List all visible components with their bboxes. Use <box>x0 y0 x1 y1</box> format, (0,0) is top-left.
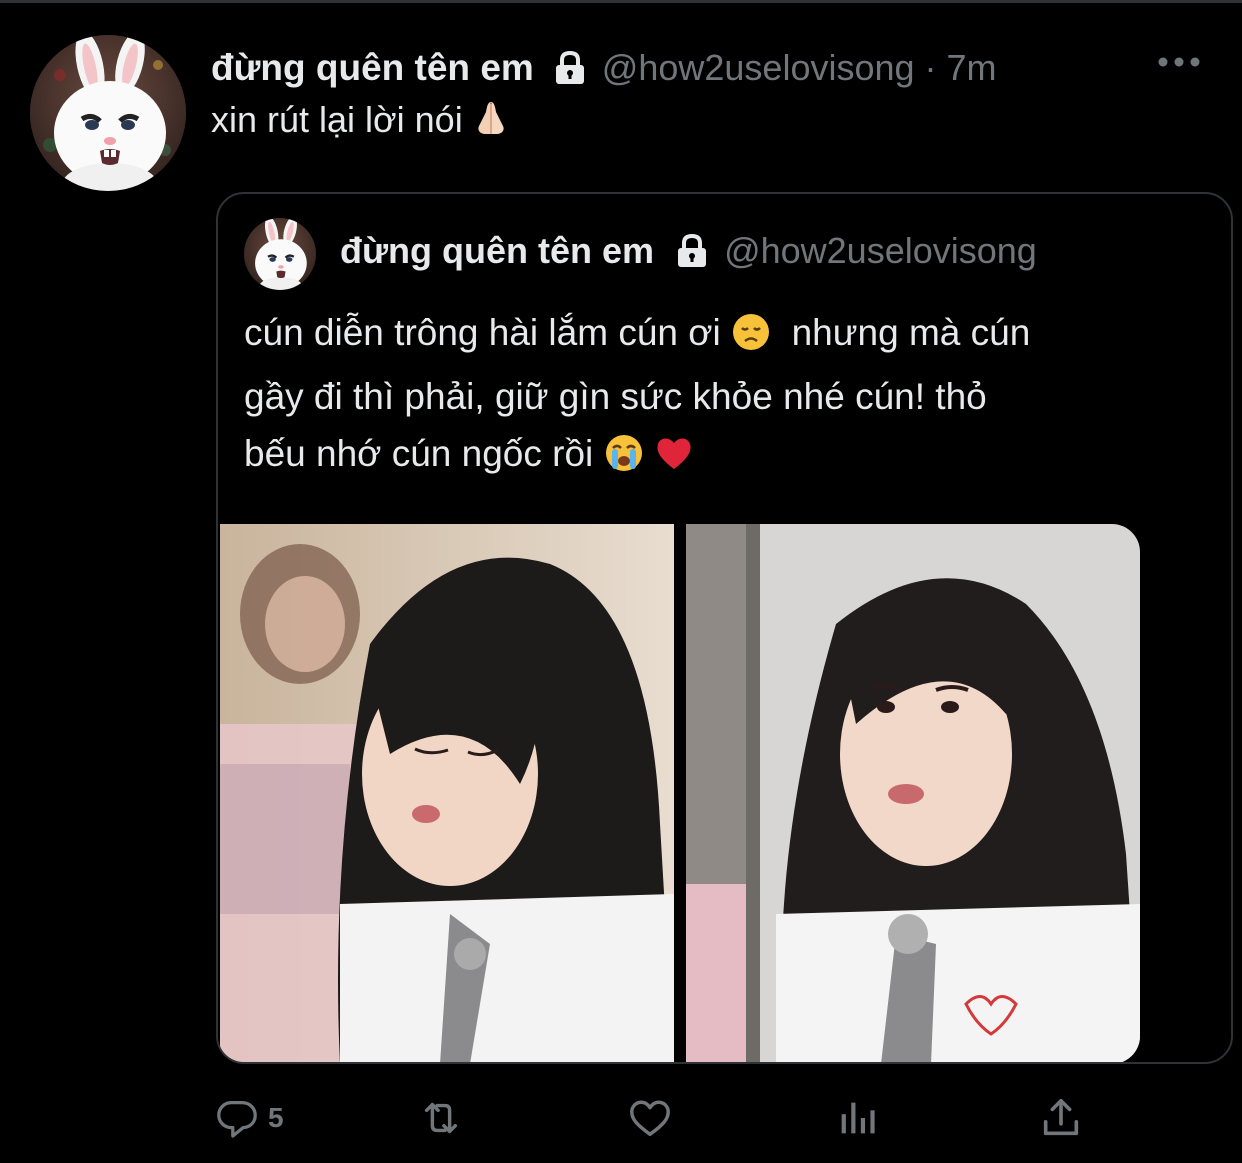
reply-button[interactable]: 5 <box>214 1090 284 1146</box>
analytics-button[interactable] <box>834 1090 880 1146</box>
tweet[interactable]: đừng quên tên em @how2uselovisong · 7m x… <box>0 0 1242 1163</box>
quoted-user-avatar[interactable] <box>244 218 316 290</box>
quoted-line-2: gầy đi thì phải, giữ gìn sức khỏe nhé cú… <box>244 376 987 417</box>
quoted-tweet[interactable]: đừng quên tên em @how2uselovisong cún di… <box>216 192 1233 1064</box>
user-handle[interactable]: @how2uselovisong <box>602 47 915 89</box>
praying-hands-emoji <box>471 98 511 147</box>
quoted-line-3: bếu nhớ cún ngốc rồi <box>244 425 1194 489</box>
quoted-handle: @how2uselovisong <box>724 230 1037 271</box>
like-button[interactable] <box>627 1090 673 1146</box>
lock-icon <box>552 50 588 86</box>
user-avatar[interactable] <box>30 35 186 191</box>
separator-dot: · <box>924 47 937 88</box>
red-heart-emoji <box>654 432 694 489</box>
like-icon <box>630 1100 670 1137</box>
quoted-line-1b: nhưng mà cún <box>791 312 1031 353</box>
quoted-display-name: đừng quên tên em <box>340 230 655 271</box>
display-name[interactable]: đừng quên tên em <box>211 47 534 89</box>
timestamp[interactable]: 7m <box>947 47 997 89</box>
reply-icon <box>217 1101 257 1138</box>
analytics-icon <box>841 1102 875 1134</box>
crying-face-emoji <box>604 432 644 489</box>
lock-icon <box>674 233 710 269</box>
photo-1[interactable] <box>220 524 674 1062</box>
photo-2[interactable] <box>686 524 1140 1062</box>
quoted-line-1a: cún diễn trông hài lắm cún ơi <box>244 312 721 353</box>
more-icon[interactable] <box>1157 52 1201 72</box>
tweet-header: đừng quên tên em @how2uselovisong · 7m <box>211 40 997 96</box>
share-icon <box>1043 1098 1079 1136</box>
reply-count: 5 <box>268 1102 284 1133</box>
retweet-icon <box>424 1102 458 1134</box>
quoted-header: đừng quên tên em @how2uselovisong <box>340 230 1220 272</box>
retweet-button[interactable] <box>418 1090 464 1146</box>
share-button[interactable] <box>1038 1090 1084 1146</box>
sad-face-emoji <box>731 311 771 368</box>
tweet-text-body: xin rút lại lời nói <box>211 99 463 140</box>
quoted-line-3-text: bếu nhớ cún ngốc rồi <box>244 433 594 474</box>
quoted-line-1: cún diễn trông hài lắm cún ơi nhưng mà c… <box>244 304 1194 368</box>
quoted-media[interactable] <box>220 524 1140 1062</box>
tweet-text: xin rút lại lời nói <box>211 98 511 147</box>
tweet-actions: 5 <box>0 1090 1242 1146</box>
quoted-text: cún diễn trông hài lắm cún ơi nhưng mà c… <box>244 304 1194 489</box>
